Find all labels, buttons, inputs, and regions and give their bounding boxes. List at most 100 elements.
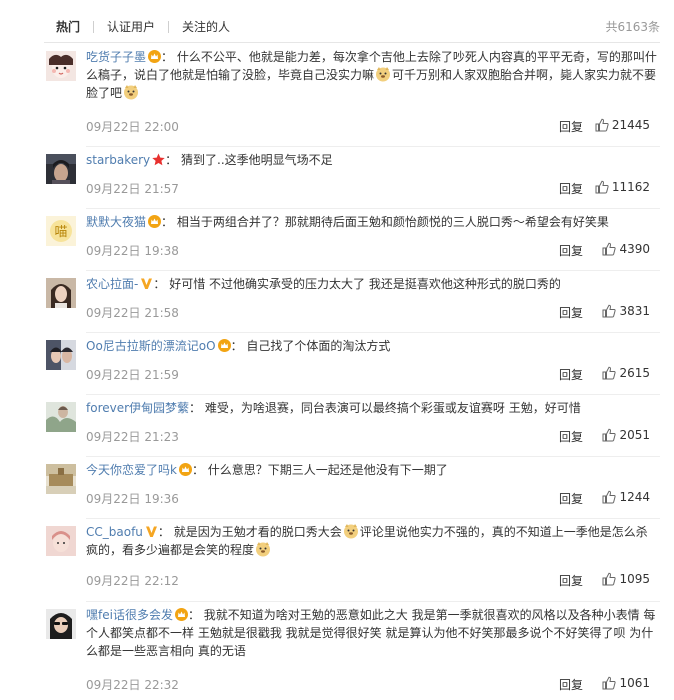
comment-text: forever伊甸园梦蘩： 难受，为啥退赛，同台表演可以最终搞个彩蛋或友谊赛呀 … xyxy=(86,399,658,417)
like-button[interactable]: 1061 xyxy=(602,676,650,690)
username-link[interactable]: 农心拉面- xyxy=(86,277,138,291)
comment-text: 农心拉面- ： 好可惜 不过他确实承受的压力太大了 我还是挺喜欢他这种形式的脱口秀… xyxy=(86,275,658,293)
comment-divider xyxy=(86,332,660,333)
comment-item: 今天你恋爱了吗k ： 什么意思？下期三人一起还是他没有下一期了 09月22日 19… xyxy=(44,461,660,523)
avatar[interactable] xyxy=(46,340,76,370)
doge-emoji-icon xyxy=(376,67,391,82)
tab-following[interactable]: 关注的人 xyxy=(182,18,230,35)
reply-button[interactable]: 回复 xyxy=(559,242,583,259)
comment-time: 09月22日 22:32 xyxy=(86,678,179,692)
crown-badge-icon xyxy=(178,463,192,476)
comment-divider xyxy=(86,456,660,457)
avatar[interactable] xyxy=(46,278,76,308)
thumbs-up-icon xyxy=(602,490,617,504)
like-count: 4390 xyxy=(619,242,650,256)
comment-item: 吃货子子墨： 什么不公平、他就是能力差，每次拿个吉他上去除了吵死人内容真的平平无… xyxy=(44,48,660,147)
like-button[interactable]: 1244 xyxy=(602,490,650,504)
colon: ： xyxy=(157,525,170,539)
reply-button[interactable]: 回复 xyxy=(559,676,583,693)
avatar[interactable] xyxy=(46,51,76,81)
comment-text: CC_baofu ： 就是因为王勉才看的脱口秀大会 评论里说他实力不强的，真的不知道… xyxy=(86,523,658,559)
like-count: 1244 xyxy=(619,490,650,504)
reply-button[interactable]: 回复 xyxy=(559,304,583,321)
doge-emoji-icon xyxy=(256,542,271,557)
like-count: 3831 xyxy=(619,304,650,318)
comment-text: Oo尼古拉斯的漂流记oO ： 自己找了个体面的淘汰方式 xyxy=(86,337,658,355)
doge-emoji-icon xyxy=(124,85,139,100)
comment-divider xyxy=(86,601,660,602)
comment-filter-bar: 热门 认证用户 关注的人 共6163条 xyxy=(0,0,674,42)
comment-body: 吃货子子墨： 什么不公平、他就是能力差，每次拿个吉他上去除了吵死人内容真的平平无… xyxy=(86,48,658,102)
like-count: 2615 xyxy=(619,366,650,380)
comment-content: 猜到了..这季他明显气场不足 xyxy=(181,153,333,167)
username-link[interactable]: Oo尼古拉斯的漂流记oO xyxy=(86,339,216,353)
comment-item: 嘿fei话很多会发： 我就不知道为啥对王勉的恶意如此之大 我是第一季就很喜欢的风… xyxy=(44,606,660,700)
username-link[interactable]: 今天你恋爱了吗k xyxy=(86,463,177,477)
star-badge-icon xyxy=(152,153,165,166)
tab-verified-users[interactable]: 认证用户 xyxy=(107,18,155,35)
avatar[interactable] xyxy=(46,464,76,494)
comment-text: 吃货子子墨： 什么不公平、他就是能力差，每次拿个吉他上去除了吵死人内容真的平平无… xyxy=(86,48,658,102)
thumbs-up-icon xyxy=(602,366,617,380)
colon: ： xyxy=(153,277,166,291)
colon: ： xyxy=(189,401,202,415)
reply-button[interactable]: 回复 xyxy=(559,428,583,445)
comment-body: 今天你恋爱了吗k ： 什么意思？下期三人一起还是他没有下一期了 xyxy=(86,461,658,479)
comment-body: CC_baofu ： 就是因为王勉才看的脱口秀大会 评论里说他实力不强的，真的不知道… xyxy=(86,523,658,559)
comment-content: 好可惜 不过他确实承受的压力太大了 我还是挺喜欢他这种形式的脱口秀的 xyxy=(169,277,561,291)
like-button[interactable]: 2051 xyxy=(602,428,650,442)
colon: ： xyxy=(230,339,243,353)
comment-divider xyxy=(86,394,660,395)
reply-button[interactable]: 回复 xyxy=(559,180,583,197)
comment-divider xyxy=(86,518,660,519)
thumbs-up-icon xyxy=(602,676,617,690)
username-link[interactable]: forever伊甸园梦蘩 xyxy=(86,401,189,415)
reply-button[interactable]: 回复 xyxy=(559,490,583,507)
comment-body: 农心拉面- ： 好可惜 不过他确实承受的压力太大了 我还是挺喜欢他这种形式的脱口秀… xyxy=(86,275,658,293)
username-link[interactable]: starbakery xyxy=(86,153,150,167)
colon: ： xyxy=(191,463,204,477)
comment-body: 嘿fei话很多会发： 我就不知道为啥对王勉的恶意如此之大 我是第一季就很喜欢的风… xyxy=(86,606,658,660)
avatar[interactable] xyxy=(46,402,76,432)
tab-hot[interactable]: 热门 xyxy=(56,18,80,35)
comment-divider xyxy=(86,270,660,271)
comment-content: 难受，为啥退赛，同台表演可以最终搞个彩蛋或友谊赛呀 王勉，好可惜 xyxy=(204,401,581,415)
thumbs-up-icon xyxy=(595,118,609,132)
verified-v-badge-icon xyxy=(141,278,153,289)
reply-button[interactable]: 回复 xyxy=(559,118,583,135)
like-button[interactable]: 11162 xyxy=(595,180,650,194)
username-link[interactable]: 吃货子子墨 xyxy=(86,50,146,64)
reply-button[interactable]: 回复 xyxy=(559,572,583,589)
username-link[interactable]: 默默大夜猫 xyxy=(86,215,146,229)
thumbs-up-icon xyxy=(602,428,617,442)
like-button[interactable]: 3831 xyxy=(602,304,650,318)
colon: ： xyxy=(161,50,174,64)
comment-time: 09月22日 19:38 xyxy=(86,244,179,258)
comment-item: forever伊甸园梦蘩： 难受，为啥退赛，同台表演可以最终搞个彩蛋或友谊赛呀 … xyxy=(44,399,660,461)
avatar[interactable] xyxy=(46,609,76,639)
colon: ： xyxy=(165,153,178,167)
comment-content: 什么意思？下期三人一起还是他没有下一期了 xyxy=(207,463,448,477)
comment-time: 09月22日 19:36 xyxy=(86,492,179,506)
comment-total-count: 共6163条 xyxy=(605,20,660,34)
like-button[interactable]: 21445 xyxy=(595,118,650,132)
like-button[interactable]: 1095 xyxy=(602,572,650,586)
like-button[interactable]: 2615 xyxy=(602,366,650,380)
like-count: 21445 xyxy=(611,118,650,132)
comment-time: 09月22日 22:12 xyxy=(86,574,179,588)
like-button[interactable]: 4390 xyxy=(602,242,650,256)
comment-text: 嘿fei话很多会发： 我就不知道为啥对王勉的恶意如此之大 我是第一季就很喜欢的风… xyxy=(86,606,658,660)
comment-body: starbakery ： 猜到了..这季他明显气场不足 xyxy=(86,151,658,169)
comment-item: Oo尼古拉斯的漂流记oO： 自己找了个体面的淘汰方式 09月22日 21:59 … xyxy=(44,337,660,399)
username-link[interactable]: CC_baofu xyxy=(86,525,143,539)
avatar[interactable]: 喵 xyxy=(46,216,76,246)
thumbs-up-icon xyxy=(595,180,609,194)
reply-button[interactable]: 回复 xyxy=(559,366,583,383)
avatar[interactable] xyxy=(46,526,76,556)
avatar[interactable] xyxy=(46,154,76,184)
comment-body: forever伊甸园梦蘩： 难受，为啥退赛，同台表演可以最终搞个彩蛋或友谊赛呀 … xyxy=(86,399,658,417)
thumbs-up-icon xyxy=(602,304,617,318)
username-link[interactable]: 嘿fei话很多会发 xyxy=(86,608,173,622)
comment-body: Oo尼古拉斯的漂流记oO ： 自己找了个体面的淘汰方式 xyxy=(86,337,658,355)
top-divider xyxy=(44,42,660,43)
